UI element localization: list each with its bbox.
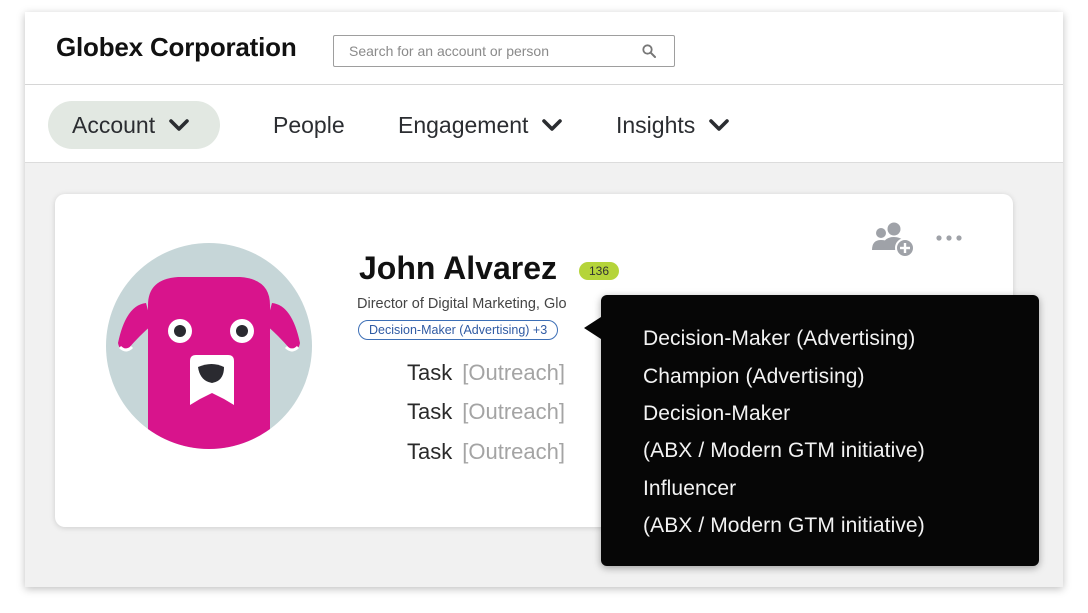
add-person-icon[interactable] (871, 220, 917, 258)
nav-account-label: Account (72, 111, 156, 138)
contact-name: John Alvarez (359, 250, 557, 286)
nav-people-label: People (273, 111, 345, 138)
task-label: Task (407, 399, 453, 424)
nav-engagement-label: Engagement (398, 111, 529, 138)
tooltip-arrow (584, 317, 601, 339)
tooltip-line: Decision-Maker (Advertising) (643, 327, 916, 350)
tooltip-line: (ABX / Modern GTM initiative) (643, 514, 925, 537)
task-row[interactable]: Task [Outreach] (407, 439, 565, 465)
more-options-icon[interactable] (935, 232, 963, 244)
search-icon[interactable] (642, 44, 656, 58)
tooltip-line: Influencer (643, 477, 737, 500)
role-tooltip: Decision-Maker (Advertising) Champion (A… (584, 295, 1039, 566)
nav-engagement[interactable]: Engagement (398, 101, 563, 149)
task-row[interactable]: Task [Outreach] (407, 360, 565, 386)
chevron-down-icon (709, 119, 730, 131)
role-tag[interactable]: Decision-Maker (Advertising) +3 (358, 320, 559, 340)
task-row[interactable]: Task [Outreach] (407, 399, 565, 425)
nav-insights[interactable]: Insights (616, 101, 730, 149)
avatar (106, 243, 312, 449)
top-bar: Globex Corporation (25, 12, 1063, 85)
search-input[interactable] (334, 36, 649, 66)
task-category: [Outreach] (462, 439, 565, 464)
dog-avatar-icon (118, 277, 300, 449)
search-box[interactable] (333, 35, 675, 67)
chevron-down-icon (542, 119, 563, 131)
tooltip-line: Decision-Maker (643, 402, 791, 425)
main-nav: Account People Engagement Insights (25, 85, 1063, 163)
tooltip-line: (ABX / Modern GTM initiative) (643, 439, 925, 462)
task-category: [Outreach] (462, 399, 565, 424)
score-badge: 136 (579, 262, 620, 280)
nav-insights-label: Insights (616, 111, 696, 138)
nav-people[interactable]: People (273, 101, 345, 149)
chevron-down-icon (169, 119, 189, 131)
brand-name: Globex Corporation (56, 32, 297, 62)
task-label: Task (407, 360, 453, 385)
task-label: Task (407, 439, 453, 464)
tooltip-line: Champion (Advertising) (643, 365, 865, 388)
contact-title: Director of Digital Marketing, Glo (357, 296, 567, 312)
task-category: [Outreach] (462, 360, 565, 385)
nav-account[interactable]: Account (48, 101, 220, 149)
